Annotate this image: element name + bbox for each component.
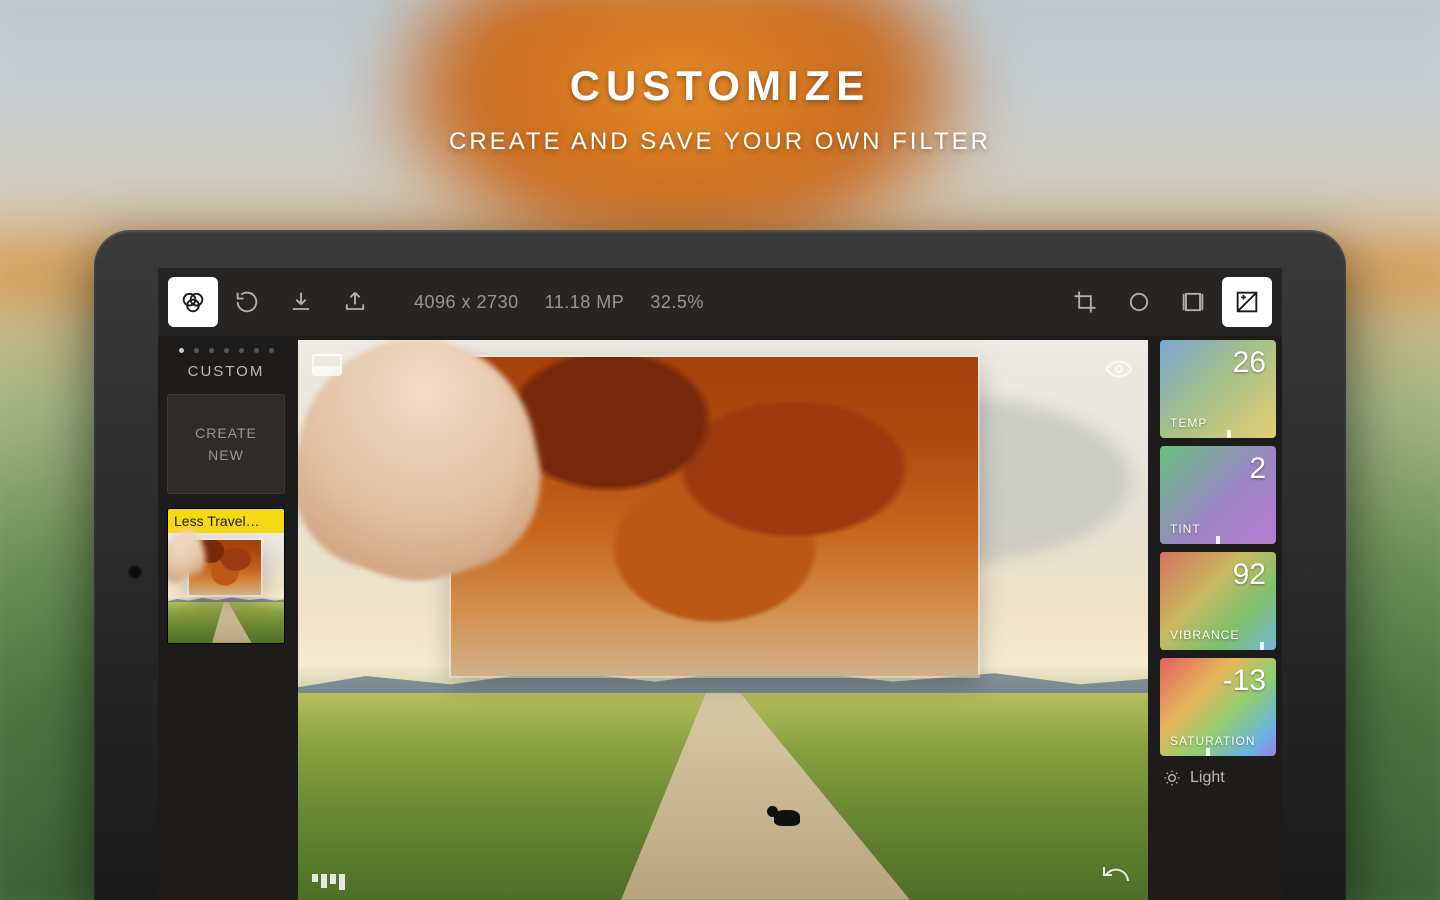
tablet-button — [1302, 565, 1312, 575]
left-sidebar: CUSTOM CREATE NEW Less Travel… — [158, 336, 294, 900]
saturation-label: SATURATION — [1170, 734, 1266, 748]
saturation-slider[interactable]: -13 SATURATION — [1160, 658, 1276, 756]
download-icon — [287, 288, 315, 316]
tint-label: TINT — [1170, 522, 1266, 536]
create-new-button[interactable]: CREATE NEW — [167, 394, 285, 494]
page-dots[interactable] — [179, 348, 274, 353]
crop-icon — [1071, 288, 1099, 316]
saturation-tick — [1206, 748, 1210, 756]
temp-slider[interactable]: 26 TEMP — [1160, 340, 1276, 438]
preset-thumb — [168, 533, 284, 643]
tint-tick — [1216, 536, 1220, 544]
vibrance-label: VIBRANCE — [1170, 628, 1266, 642]
temp-tick — [1227, 430, 1231, 438]
circle-icon — [1125, 288, 1153, 316]
history-button[interactable] — [222, 277, 272, 327]
canvas-area[interactable] — [294, 336, 1154, 900]
temp-value: 26 — [1170, 348, 1266, 378]
vibrance-slider[interactable]: 92 VIBRANCE — [1160, 552, 1276, 650]
tint-slider[interactable]: 2 TINT — [1160, 446, 1276, 544]
eye-icon — [1104, 354, 1134, 384]
sun-icon — [1162, 768, 1182, 788]
promo-text: CUSTOMIZE CREATE AND SAVE YOUR OWN FILTE… — [0, 62, 1440, 156]
adjust-panel: 26 TEMP 2 TINT 92 VIBRANCE -13 SATURATIO… — [1154, 336, 1282, 900]
image-info: 4096 x 2730 11.18 MP 32.5% — [414, 292, 704, 313]
sidebar-section-label: CUSTOM — [188, 363, 265, 380]
info-zoom: 32.5% — [650, 292, 704, 313]
temp-label: TEMP — [1170, 416, 1266, 430]
tablet-camera — [128, 565, 142, 579]
compare-icon[interactable] — [312, 874, 345, 890]
app-screen: 4096 x 2730 11.18 MP 32.5% — [158, 268, 1282, 900]
share-icon — [341, 288, 369, 316]
undo-button[interactable] — [1098, 861, 1134, 892]
promo-subtitle: CREATE AND SAVE YOUR OWN FILTER — [0, 128, 1440, 156]
vignette-button[interactable] — [1114, 277, 1164, 327]
preset-tile[interactable]: Less Travel… — [167, 508, 285, 644]
saturation-value: -13 — [1170, 666, 1266, 696]
filters-button[interactable] — [168, 277, 218, 327]
histogram-icon[interactable] — [312, 354, 342, 376]
export-button[interactable] — [330, 277, 380, 327]
top-toolbar: 4096 x 2730 11.18 MP 32.5% — [158, 268, 1282, 336]
preview-toggle[interactable] — [1104, 354, 1134, 389]
vibrance-value: 92 — [1170, 560, 1266, 590]
promo-title: CUSTOMIZE — [0, 62, 1440, 110]
frame-button[interactable] — [1168, 277, 1218, 327]
light-group-header[interactable]: Light — [1160, 764, 1276, 792]
history-icon — [233, 288, 261, 316]
tablet-frame: 4096 x 2730 11.18 MP 32.5% — [94, 230, 1346, 900]
undo-icon — [1098, 861, 1134, 887]
exposure-icon — [1233, 288, 1261, 316]
info-dimensions: 4096 x 2730 — [414, 292, 519, 313]
adjust-button[interactable] — [1222, 277, 1272, 327]
vibrance-tick — [1260, 642, 1264, 650]
overlap-circles-icon — [179, 288, 207, 316]
tint-value: 2 — [1170, 454, 1266, 484]
info-megapixels: 11.18 MP — [545, 292, 625, 313]
canvas — [298, 340, 1148, 900]
import-button[interactable] — [276, 277, 326, 327]
create-new-label: CREATE NEW — [195, 422, 257, 467]
light-label: Light — [1190, 769, 1225, 787]
frame-icon — [1179, 288, 1207, 316]
crop-button[interactable] — [1060, 277, 1110, 327]
workspace: CUSTOM CREATE NEW Less Travel… — [158, 336, 1282, 900]
